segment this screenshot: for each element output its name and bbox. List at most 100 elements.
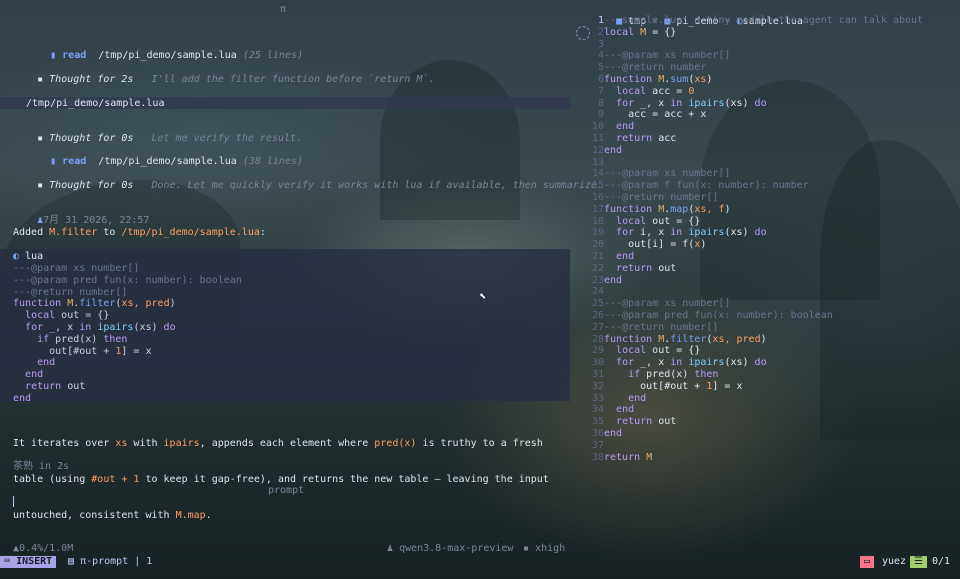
explanation: It iterates over xs with ipairs, appends… — [13, 414, 549, 546]
thought-3[interactable]: ▪ Thought for 0s Done. Let me quickly ve… — [13, 168, 603, 204]
line-number: 17 — [591, 203, 604, 215]
editor-line[interactable]: 13 — [590, 157, 960, 169]
editor-line[interactable]: 17 function M.map(xs, f) — [590, 204, 960, 216]
editor-line[interactable]: 35 return out — [590, 416, 960, 428]
code-line: function M.filter(xs, pred) — [13, 298, 176, 310]
code-text: end — [604, 428, 623, 439]
book-icon: ▮ — [50, 50, 57, 61]
line-number: 37 — [591, 439, 604, 451]
line-number: 15 — [591, 180, 604, 192]
editor-line[interactable]: 34 end — [590, 404, 960, 416]
editor-line[interactable]: 16 ---@return number[] — [590, 192, 960, 204]
editor-line[interactable]: 27 ---@return number[] — [590, 322, 960, 334]
line-number: 4 — [597, 50, 604, 62]
editor-line[interactable]: 11 return acc — [590, 133, 960, 145]
editor-line[interactable]: 2 local M = {} — [590, 27, 960, 39]
book-icon: ▮ — [50, 156, 57, 167]
prompt-input[interactable] — [0, 482, 570, 522]
code-text: return out — [616, 416, 677, 428]
code-text: end — [604, 274, 623, 286]
line-number: 21 — [591, 251, 604, 262]
editor-line[interactable]: 24 — [590, 286, 960, 298]
thought-icon: ▪ — [523, 543, 530, 554]
code-line: out[#out + 1] = x — [13, 345, 152, 357]
line-number: 13 — [591, 156, 604, 168]
code-text: local M = {} — [604, 26, 677, 38]
editor-line[interactable]: 33 end — [590, 393, 960, 405]
editor-line[interactable]: 18 local out = {} — [590, 216, 960, 228]
status-bar: ♟ qwen3.8-max-preview ▪ xhigh ⌨ INSERT ▤… — [0, 543, 960, 579]
editor-line[interactable]: 12 end — [590, 145, 960, 157]
code-line: ---@return number[] — [13, 286, 128, 298]
line-number: 1 — [597, 15, 604, 26]
editor-line[interactable]: 23 end — [590, 275, 960, 287]
editor-line[interactable]: 26 ---@param pred fun(x: number): boolean — [590, 310, 960, 322]
editor-line[interactable]: 28 function M.filter(xs, pred) — [590, 334, 960, 346]
line-number: 28 — [591, 333, 604, 345]
line-number: 8 — [597, 97, 604, 109]
speech-bubble-icon: ▪ — [37, 133, 44, 144]
editor-line[interactable]: 31 if pred(x) then — [590, 369, 960, 381]
editor-line[interactable]: 19 for i, x in ipairs(xs) do — [590, 227, 960, 239]
code-text: acc = acc + x — [604, 109, 707, 121]
mouse-pointer-icon: ⬉ — [479, 289, 487, 303]
user-badge-icon: ▭ — [860, 556, 875, 568]
editor-line[interactable]: 22 return out — [590, 263, 960, 275]
line-number: 35 — [591, 416, 604, 428]
editor-line[interactable]: 30 for _, x in ipairs(xs) do — [590, 357, 960, 369]
lines-icon: ☰ — [910, 556, 927, 568]
buffer-name[interactable]: ▤ π-prompt | 1 — [68, 556, 152, 568]
user-name: yuez — [882, 556, 907, 567]
line-number: 5 — [597, 62, 604, 74]
line-number: 23 — [591, 274, 604, 286]
editor-line[interactable]: 32 out[#out + 1] = x — [590, 381, 960, 393]
code-text: ---@return number[] — [604, 321, 719, 333]
code-text: ---@param xs number[] — [604, 50, 731, 62]
editor-line[interactable]: 38 return M — [590, 452, 960, 464]
editor-line[interactable]: 1 -- sample.lua: a tiny module the agent … — [590, 15, 960, 27]
editor-line[interactable]: 9 acc = acc + x — [590, 109, 960, 121]
line-number: 25 — [591, 298, 604, 310]
editor-line[interactable]: 15 ---@param f fun(x: number): number — [590, 180, 960, 192]
editor-line[interactable]: 36 end — [590, 428, 960, 440]
speech-bubble-icon: ▪ — [37, 180, 44, 191]
effort-indicator[interactable]: ▪ xhigh — [523, 543, 565, 555]
editor-line[interactable]: 14 ---@param xs number[] — [590, 168, 960, 180]
code-text: end — [604, 144, 623, 156]
editor-line[interactable]: 8 for _, x in ipairs(xs) do — [590, 98, 960, 110]
code-text: end — [616, 251, 635, 262]
line-number: 16 — [591, 192, 604, 203]
code-text: end — [616, 404, 635, 416]
line-number: 18 — [591, 215, 604, 227]
code-line: for _, x in ipairs(xs) do — [25, 322, 176, 333]
response-summary: Added M.filter to /tmp/pi_demo/sample.lu… — [13, 227, 266, 238]
code-text: end — [628, 392, 647, 404]
editor-line[interactable]: 21 end — [590, 251, 960, 263]
bot-icon: ♟ — [387, 543, 394, 554]
code-line: if pred(x) then — [37, 333, 128, 345]
code-line: return out — [25, 381, 86, 392]
code-line: ---@param pred fun(x: number): boolean — [13, 274, 242, 286]
code-text: for _, x in ipairs(xs) do — [616, 357, 767, 369]
code-line: end — [13, 392, 32, 404]
editor-line[interactable]: 37 — [590, 440, 960, 452]
editor-line[interactable]: 5 ---@return number — [590, 62, 960, 74]
line-number: 31 — [591, 369, 604, 380]
line-number: 29 — [591, 345, 604, 357]
editor-line[interactable]: 7 local acc = 0 — [590, 86, 960, 98]
editor-line[interactable]: 10 end — [590, 121, 960, 133]
code-text: ---@param xs number[] — [604, 168, 731, 180]
code-line: end — [25, 369, 44, 381]
line-number: 14 — [591, 168, 604, 180]
editor-line[interactable]: 3 — [590, 39, 960, 51]
editor-line[interactable]: 6 function M.sum(xs) — [590, 74, 960, 86]
code-text: return M — [604, 451, 653, 463]
model-indicator[interactable]: ♟ qwen3.8-max-preview — [387, 543, 513, 555]
code-text: for _, x in ipairs(xs) do — [616, 97, 767, 109]
code-text: if pred(x) then — [628, 369, 719, 380]
editor-line[interactable]: 4 ---@param xs number[] — [590, 50, 960, 62]
editor-line[interactable]: 20 out[i] = f(x) — [590, 239, 960, 251]
editor-line[interactable]: 29 local out = {} — [590, 345, 960, 357]
explanation-line: It iterates over xs with ipairs, appends… — [13, 438, 543, 449]
editor-line[interactable]: 25 ---@param xs number[] — [590, 298, 960, 310]
